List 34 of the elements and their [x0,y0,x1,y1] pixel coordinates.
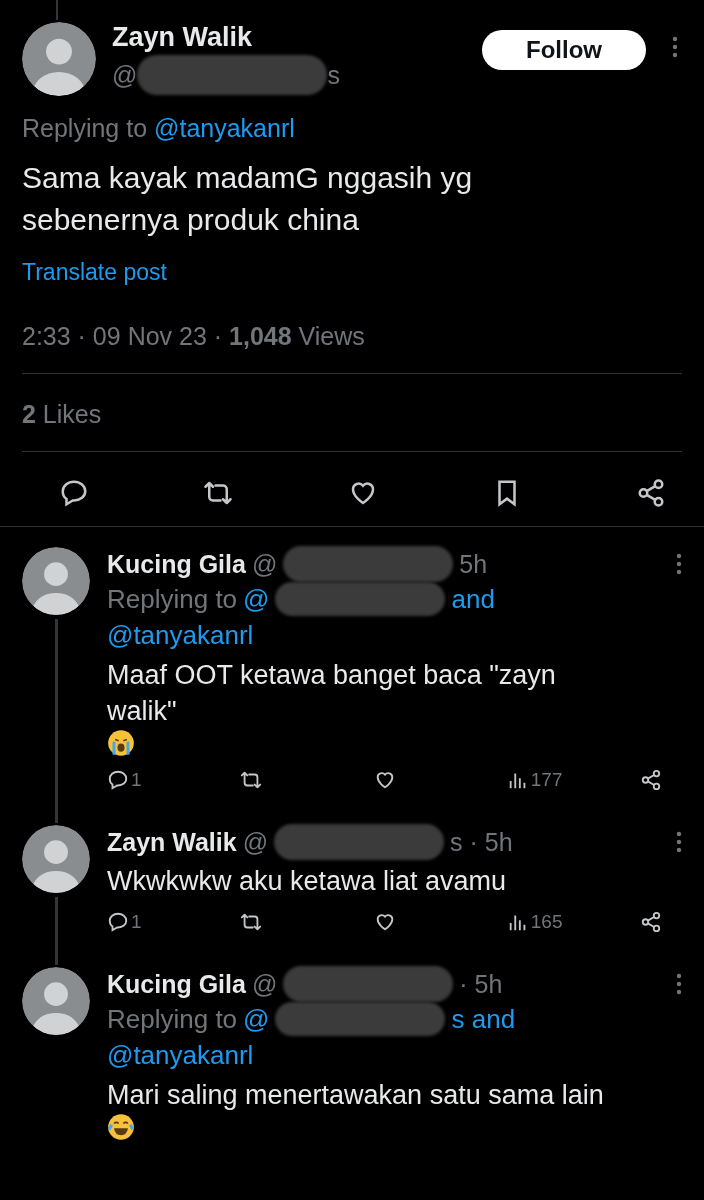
translate-link[interactable]: Translate post [22,259,167,286]
author-name[interactable]: Zayn Walik [112,22,466,53]
reply-count: 1 [131,769,142,791]
author-name[interactable]: Kucing Gila [107,549,246,579]
handle[interactable]: @ [251,549,278,579]
mention-link[interactable]: @tanyakanrl [107,619,254,651]
mention-link[interactable]: @ [243,583,270,615]
handle[interactable]: s [327,60,340,90]
post-meta: 2:33 · 09 Nov 23 · 1,048 Views [22,322,366,351]
likes-count[interactable]: 2 Likes [22,400,682,429]
author-name[interactable]: Kucing Gila [107,969,246,999]
handle[interactable]: @ [242,827,269,857]
post-text: Sama kayak madamG nggasih yg sebenernya produk china [22,160,474,238]
mention-link[interactable]: @tanyakanrl [107,1039,254,1071]
handle[interactable]: @ [251,969,278,999]
replying-label: Replying to [22,114,148,143]
handle-time: 5h [459,549,488,579]
replying-label: Replying to [107,1003,238,1035]
reply-text: Mari saling menertawakan satu sama lain [107,1080,604,1110]
handle-time: s · 5h [450,827,513,857]
reply-text: Wkwkwkw aku ketawa liat avamu [107,866,507,896]
reply-count: 1 [131,911,142,933]
follow-button[interactable]: Follow [482,30,646,70]
author-name[interactable]: Zayn Walik [107,827,237,857]
mention-link[interactable]: @ [243,1003,270,1035]
views-count: 165 [530,911,563,933]
mention-link[interactable]: s and [451,1003,516,1035]
handle[interactable]: @ [112,60,138,90]
mention-link[interactable]: @tanyakanrl [154,114,295,143]
views-count: 177 [530,769,563,791]
handle-time: · 5h [459,969,503,999]
replying-label: Replying to [107,583,238,615]
mention-link[interactable]: and [451,583,495,615]
reply-text: Maaf OOT ketawa banget baca "zayn walik" [107,660,556,726]
